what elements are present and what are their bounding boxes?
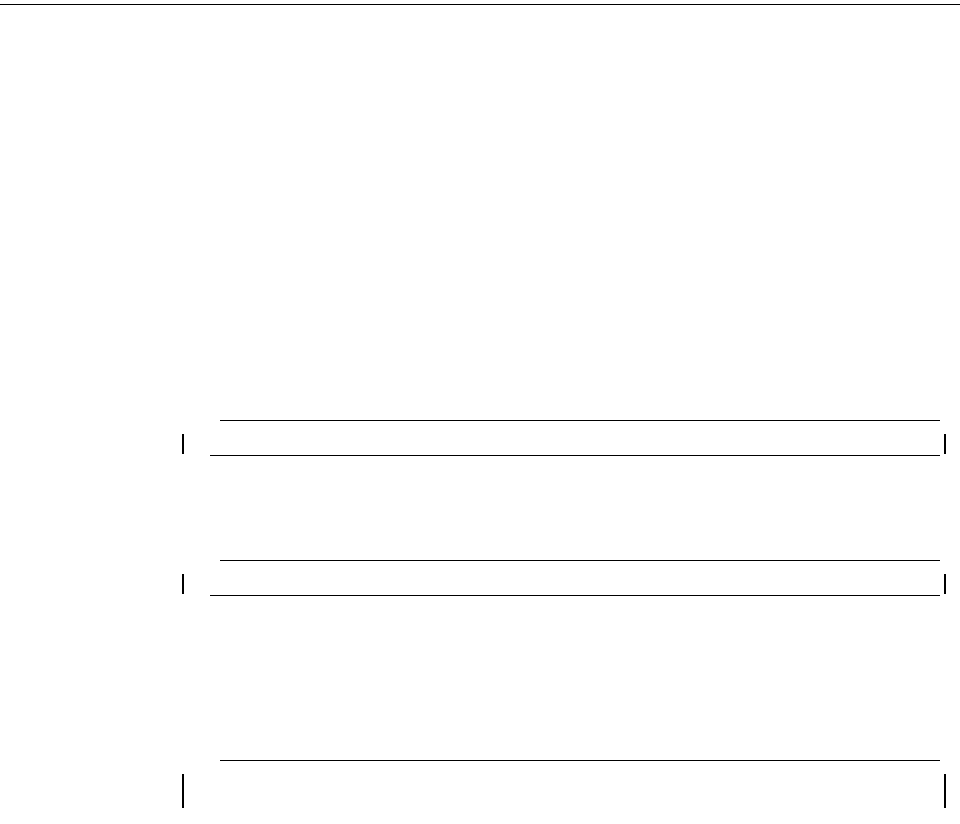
right-tick — [944, 574, 946, 594]
field-line-top — [220, 420, 940, 421]
field-line-top — [220, 760, 940, 761]
page-top-rule — [0, 4, 960, 5]
right-tick — [944, 434, 946, 454]
left-tick — [182, 574, 184, 594]
form-section-3 — [210, 760, 940, 761]
left-tick — [182, 434, 184, 454]
field-line-top — [220, 560, 940, 561]
form-section-1 — [210, 420, 940, 456]
left-tick — [182, 774, 184, 808]
field-line-bottom — [210, 455, 940, 456]
form-section-2 — [210, 560, 940, 596]
field-line-bottom — [210, 595, 940, 596]
right-tick — [944, 774, 946, 808]
